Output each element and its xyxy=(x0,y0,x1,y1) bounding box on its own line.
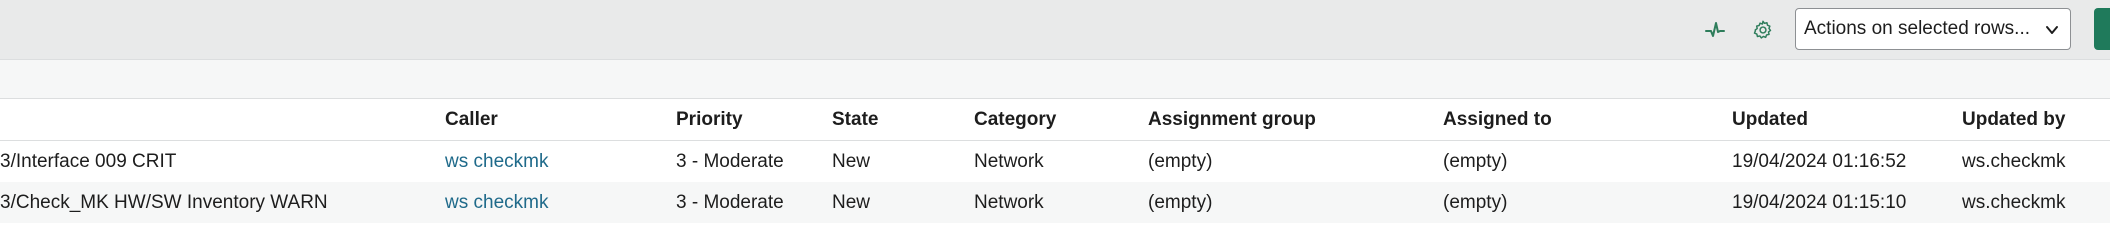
table-header-row: Caller Priority State Category Assignmen… xyxy=(0,99,2110,141)
column-header-caller[interactable]: Caller xyxy=(445,99,498,140)
cell-priority: 3 - Moderate xyxy=(676,151,784,172)
column-header-priority[interactable]: Priority xyxy=(676,99,743,140)
cell-updated-by: ws.checkmk xyxy=(1962,151,2066,172)
actions-select-value: Actions on selected rows... xyxy=(1804,18,2030,39)
list-toolbar: Actions on selected rows... xyxy=(0,0,2110,60)
pulse-icon[interactable] xyxy=(1699,14,1731,46)
column-header-updated[interactable]: Updated xyxy=(1732,99,1808,140)
cell-state: New xyxy=(832,151,871,172)
cell-category: Network xyxy=(974,151,1044,172)
cell-priority: 3 - Moderate xyxy=(676,192,784,213)
cell-assignment-group: (empty) xyxy=(1148,151,1213,172)
cell-updated: 19/04/2024 01:15:10 xyxy=(1732,192,1907,213)
filter-bar xyxy=(0,60,2110,99)
cell-short-description: 3/Check_MK HW/SW Inventory WARN xyxy=(0,192,328,213)
cell-short-description: 3/Interface 009 CRIT xyxy=(0,151,177,172)
cell-category: Network xyxy=(974,192,1044,213)
cell-assignment-group: (empty) xyxy=(1148,192,1213,213)
cell-state: New xyxy=(832,192,871,213)
cell-assigned-to: (empty) xyxy=(1443,151,1508,172)
column-header-updated-by[interactable]: Updated by xyxy=(1962,99,2065,140)
primary-action-button[interactable] xyxy=(2094,8,2110,50)
cell-assigned-to: (empty) xyxy=(1443,192,1508,213)
cell-updated: 19/04/2024 01:16:52 xyxy=(1732,151,1907,172)
cell-updated-by: ws.checkmk xyxy=(1962,192,2066,213)
table-row[interactable]: 3/Interface 009 CRIT ws checkmk 3 - Mode… xyxy=(0,141,2110,182)
column-header-state[interactable]: State xyxy=(832,99,878,140)
actions-on-selected-rows-select[interactable]: Actions on selected rows... xyxy=(1795,8,2071,50)
cell-caller-link[interactable]: ws checkmk xyxy=(445,141,548,182)
table-row[interactable]: 3/Check_MK HW/SW Inventory WARN ws check… xyxy=(0,182,2110,223)
chevron-down-icon xyxy=(2044,22,2060,44)
cell-caller-link[interactable]: ws checkmk xyxy=(445,182,548,223)
column-header-assignment-group[interactable]: Assignment group xyxy=(1148,99,1316,140)
column-header-category[interactable]: Category xyxy=(974,99,1056,140)
gear-icon[interactable] xyxy=(1747,14,1779,46)
column-header-assigned-to[interactable]: Assigned to xyxy=(1443,99,1552,140)
